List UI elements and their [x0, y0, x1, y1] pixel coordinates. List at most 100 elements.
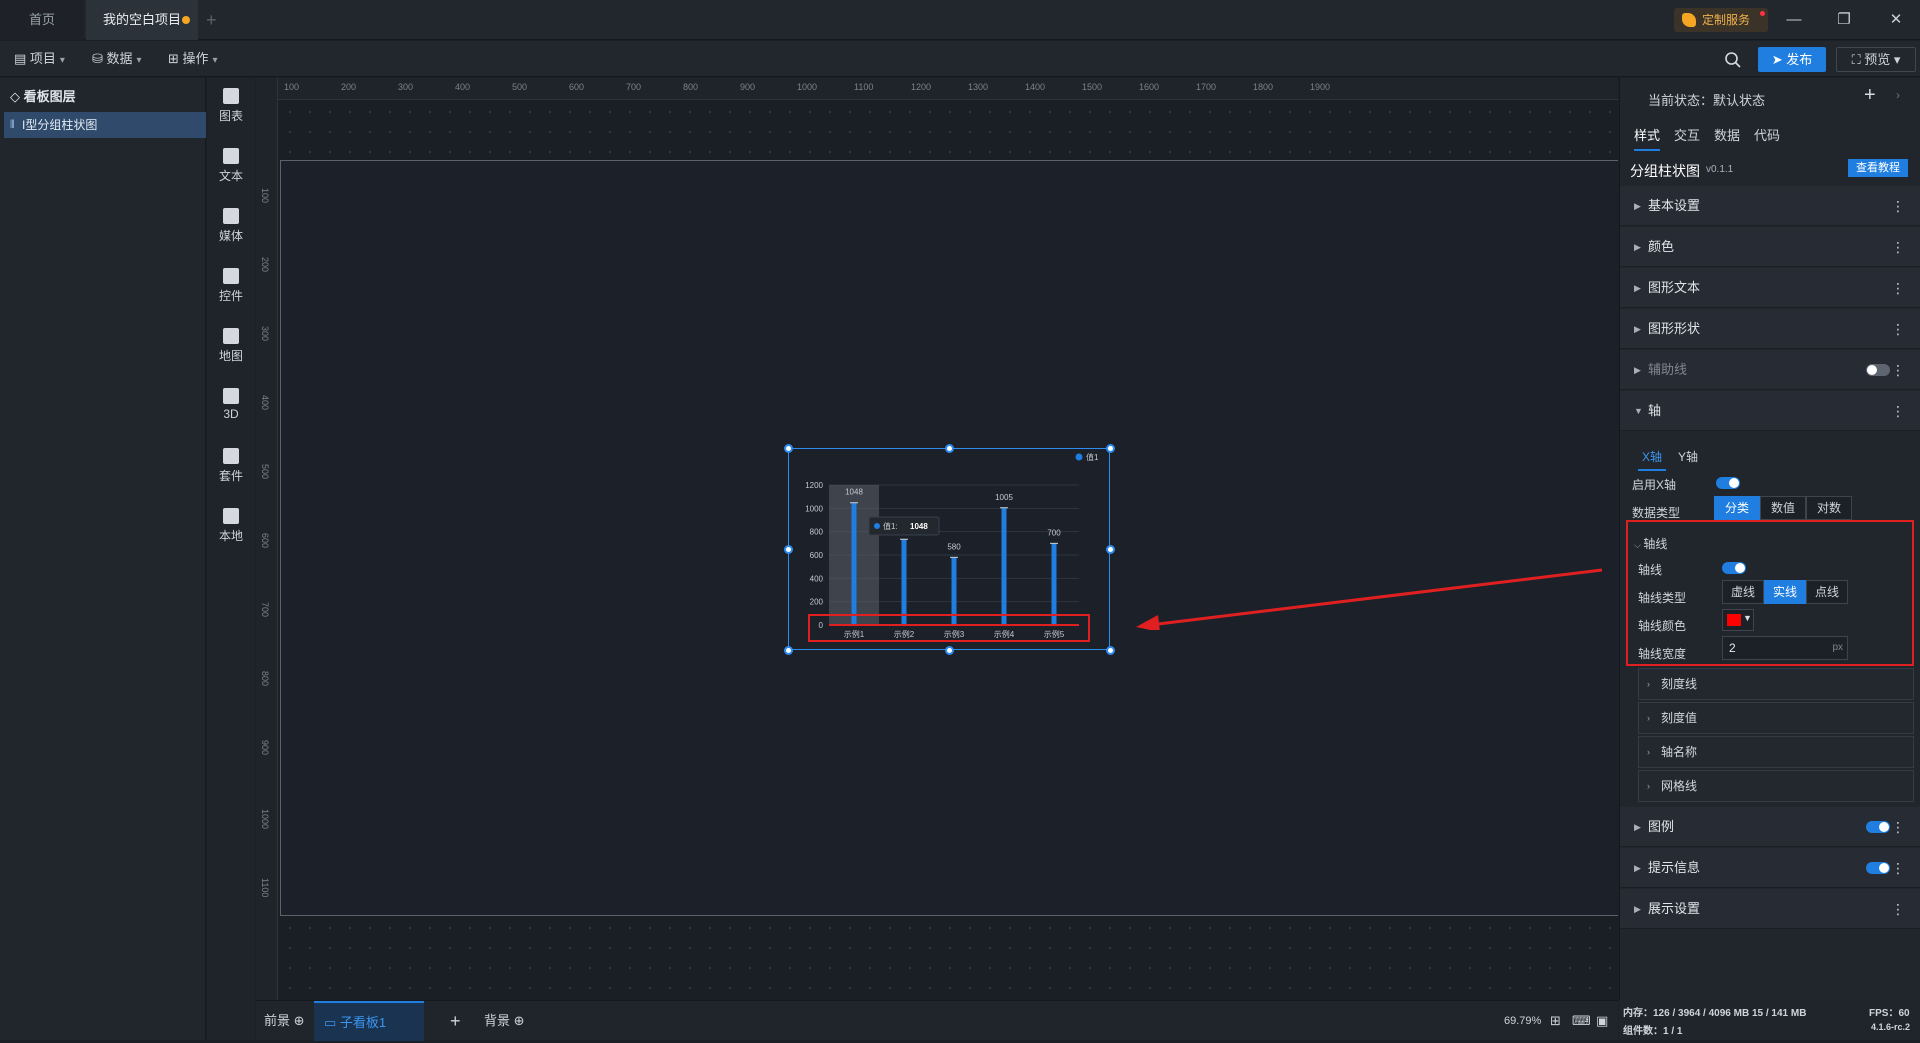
more-icon[interactable]: ⋮ — [1891, 309, 1905, 349]
ruler-top-label: 1600 — [1139, 82, 1160, 92]
resize-handle[interactable] — [945, 444, 954, 453]
add-tab-icon[interactable]: + — [206, 0, 217, 40]
component-media[interactable]: 媒体 — [207, 208, 255, 244]
section-shape-form[interactable]: ▶ 图形形状 ⋮ — [1620, 309, 1920, 349]
tab-data[interactable]: 数据 — [1714, 125, 1740, 144]
line-type-dotted[interactable]: 点线 — [1806, 580, 1848, 604]
guideline-toggle[interactable] — [1866, 364, 1890, 376]
component-map[interactable]: 地图 — [207, 328, 255, 364]
tutorial-button[interactable]: 查看教程 — [1848, 159, 1908, 177]
section-tooltip-label: 提示信息 — [1648, 860, 1701, 875]
component-text-label: 文本 — [218, 169, 243, 183]
more-icon[interactable]: ⋮ — [1891, 227, 1905, 267]
sub-axis-name[interactable]: › 轴名称 — [1638, 736, 1914, 768]
tab-interaction[interactable]: 交互 — [1674, 125, 1700, 144]
line-width-value: 2 — [1729, 641, 1736, 655]
more-icon[interactable]: ⋮ — [1891, 268, 1905, 308]
sub-board-tab[interactable]: ▭ 子看板1 — [314, 1001, 424, 1041]
resize-handle[interactable] — [1106, 545, 1115, 554]
data-type-value[interactable]: 数值 — [1760, 496, 1806, 520]
resize-handle[interactable] — [784, 646, 793, 655]
layers-title: ◇ 看板图层 — [10, 89, 76, 104]
line-toggle[interactable] — [1722, 562, 1746, 574]
line-width-input[interactable]: 2 px — [1722, 636, 1848, 660]
add-board-icon[interactable]: + — [450, 1001, 461, 1041]
resize-handle[interactable] — [1106, 444, 1115, 453]
line-type-dashed[interactable]: 虚线 — [1722, 580, 1764, 604]
add-background-icon[interactable]: ⊕ — [514, 1013, 525, 1028]
tab-code[interactable]: 代码 — [1754, 125, 1780, 144]
resize-handle[interactable] — [1106, 646, 1115, 655]
section-legend[interactable]: ▶ 图例 ⋮ — [1620, 807, 1920, 847]
layer-item[interactable]: ⫴ I型分组柱状图 — [4, 112, 206, 138]
fit-screen-icon[interactable]: ⊞ — [1550, 1001, 1561, 1041]
close-icon[interactable]: ✕ — [1876, 0, 1916, 40]
component-chart[interactable]: 图表 — [207, 88, 255, 124]
data-type-category[interactable]: 分类 — [1714, 496, 1760, 520]
custom-service-button[interactable]: 定制服务 — [1674, 8, 1768, 32]
resize-handle[interactable] — [784, 444, 793, 453]
more-icon[interactable]: ⋮ — [1891, 186, 1905, 226]
component-control[interactable]: 控件 — [207, 268, 255, 304]
component-local[interactable]: 本地 — [207, 508, 255, 544]
tab-x-axis[interactable]: X轴 — [1638, 448, 1667, 471]
sub-tick-line[interactable]: › 刻度线 — [1638, 668, 1914, 700]
more-icon[interactable]: ⋮ — [1891, 807, 1905, 847]
memory-status: 内存：126 / 3964 / 4096 MB 15 / 141 MB — [1623, 1008, 1807, 1019]
data-type-log[interactable]: 对数 — [1806, 496, 1852, 520]
caret-down-icon: ⌵ — [1634, 540, 1644, 550]
tab-home[interactable]: 首页 — [0, 0, 84, 40]
component-3d[interactable]: 3D — [207, 388, 255, 421]
tab-style[interactable]: 样式 — [1634, 125, 1661, 151]
sub-grid-line[interactable]: › 网格线 — [1638, 770, 1914, 802]
section-color[interactable]: ▶ 颜色 ⋮ — [1620, 227, 1920, 267]
section-guideline[interactable]: ▶ 辅助线 ⋮ — [1620, 350, 1920, 390]
line-type-solid[interactable]: 实线 — [1764, 580, 1806, 604]
more-icon[interactable]: ⋮ — [1891, 848, 1905, 888]
menu-project[interactable]: ▤ 项目 ▾ — [14, 41, 65, 77]
publish-button[interactable]: ➤ 发布 — [1758, 47, 1826, 72]
menu-operate[interactable]: ⊞ 操作 ▾ — [168, 41, 218, 77]
section-axis[interactable]: ▼ 轴 ⋮ — [1620, 391, 1920, 431]
legend-toggle[interactable] — [1866, 821, 1890, 833]
line-width-unit: px — [1832, 642, 1843, 653]
component-text[interactable]: 文本 — [207, 148, 255, 184]
keyboard-icon[interactable]: ⌨ — [1572, 1001, 1591, 1041]
line-width-label: 轴线宽度 — [1638, 647, 1687, 661]
line-color-picker[interactable]: ▼ — [1722, 609, 1754, 631]
zoom-level[interactable]: 69.79% — [1504, 1001, 1541, 1041]
section-shape-text[interactable]: ▶ 图形文本 ⋮ — [1620, 268, 1920, 308]
more-icon[interactable]: ⋮ — [1891, 889, 1905, 929]
section-tooltip[interactable]: ▶ 提示信息 ⋮ — [1620, 848, 1920, 888]
y-tick-label: 1200 — [805, 481, 823, 490]
resize-handle[interactable] — [945, 646, 954, 655]
menu-data[interactable]: ⛁ 数据 ▾ — [92, 41, 142, 77]
axis-line-header[interactable]: ⌵ 轴线 — [1634, 535, 1667, 552]
tab-y-axis[interactable]: Y轴 — [1678, 448, 1698, 465]
add-foreground-icon[interactable]: ⊕ — [294, 1013, 305, 1028]
component-suite[interactable]: 套件 — [207, 448, 255, 484]
terminal-icon[interactable]: ▣ — [1596, 1001, 1608, 1041]
sub-tick-value[interactable]: › 刻度值 — [1638, 702, 1914, 734]
more-icon[interactable]: ⋮ — [1891, 391, 1905, 431]
bar — [851, 502, 857, 625]
foreground-tab[interactable]: 前景 ⊕ — [264, 1001, 305, 1041]
ruler-left-label: 600 — [260, 533, 270, 549]
background-tab[interactable]: 背景 ⊕ — [484, 1001, 525, 1041]
chart-widget[interactable]: 0 200 400 600 800 1000 1200 1048 示例1 示例2 580 示例3 100… — [784, 444, 1115, 655]
resize-handle[interactable] — [784, 545, 793, 554]
section-basic[interactable]: ▶ 基本设置 ⋮ — [1620, 186, 1920, 226]
more-icon[interactable]: ⋮ — [1891, 350, 1905, 390]
minimize-icon[interactable]: — — [1774, 0, 1814, 40]
line-type-label: 轴线类型 — [1638, 591, 1687, 605]
add-state-icon[interactable]: + — [1864, 84, 1876, 107]
chevron-right-icon[interactable]: › — [1896, 88, 1900, 102]
section-display[interactable]: ▶ 展示设置 ⋮ — [1620, 889, 1920, 929]
component-count: 组件数：1 / 1 — [1623, 1026, 1683, 1037]
restore-icon[interactable]: ❐ — [1824, 0, 1864, 40]
ruler-left-label: 700 — [260, 602, 270, 618]
search-icon[interactable] — [1724, 51, 1742, 69]
enable-x-toggle[interactable] — [1716, 477, 1740, 489]
preview-button[interactable]: ⛶ 预览 ▾ — [1836, 47, 1916, 72]
tooltip-toggle[interactable] — [1866, 862, 1890, 874]
